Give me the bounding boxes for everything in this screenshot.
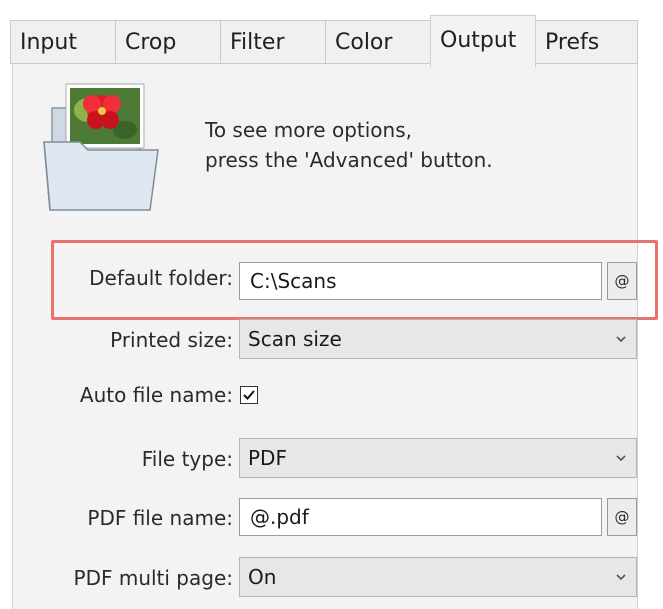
chevron-down-icon bbox=[616, 336, 626, 343]
printed-size-select[interactable]: Scan size bbox=[239, 319, 637, 359]
advanced-hint: To see more options, press the 'Advanced… bbox=[205, 115, 493, 175]
default-folder-at-button[interactable]: @ bbox=[607, 262, 637, 300]
tab-output[interactable]: Output bbox=[430, 15, 536, 67]
pdf-multi-page-label: PDF multi page: bbox=[73, 566, 233, 590]
tab-filter[interactable]: Filter bbox=[220, 20, 326, 64]
hint-line-2: press the 'Advanced' button. bbox=[205, 148, 493, 172]
hint-line-1: To see more options, bbox=[205, 118, 412, 142]
pdf-multi-page-select[interactable]: On bbox=[239, 557, 637, 597]
pdf-file-name-field[interactable]: @.pdf bbox=[239, 498, 602, 536]
chevron-down-icon bbox=[616, 574, 626, 581]
printed-size-label: Printed size: bbox=[110, 328, 233, 352]
tab-prefs[interactable]: Prefs bbox=[535, 20, 638, 64]
file-type-value: PDF bbox=[248, 446, 287, 470]
file-type-label: File type: bbox=[141, 447, 233, 471]
checkmark-icon bbox=[243, 390, 255, 400]
pdf-file-name-at-button[interactable]: @ bbox=[607, 498, 637, 536]
tab-input[interactable]: Input bbox=[10, 20, 116, 64]
auto-file-name-label: Auto file name: bbox=[79, 383, 233, 407]
tab-bar: Input Crop Filter Color Output Prefs bbox=[0, 0, 663, 70]
default-folder-label: Default folder: bbox=[89, 266, 233, 290]
file-type-select[interactable]: PDF bbox=[239, 438, 637, 478]
auto-file-name-checkbox[interactable] bbox=[240, 386, 258, 404]
pdf-file-name-label: PDF file name: bbox=[87, 506, 233, 530]
tab-color[interactable]: Color bbox=[325, 20, 431, 64]
pdf-multi-page-value: On bbox=[248, 565, 277, 589]
tab-crop[interactable]: Crop bbox=[115, 20, 221, 64]
chevron-down-icon bbox=[616, 455, 626, 462]
printed-size-value: Scan size bbox=[248, 327, 342, 351]
folder-with-photo-icon bbox=[40, 80, 170, 212]
default-folder-field[interactable]: C:\Scans bbox=[239, 262, 602, 300]
